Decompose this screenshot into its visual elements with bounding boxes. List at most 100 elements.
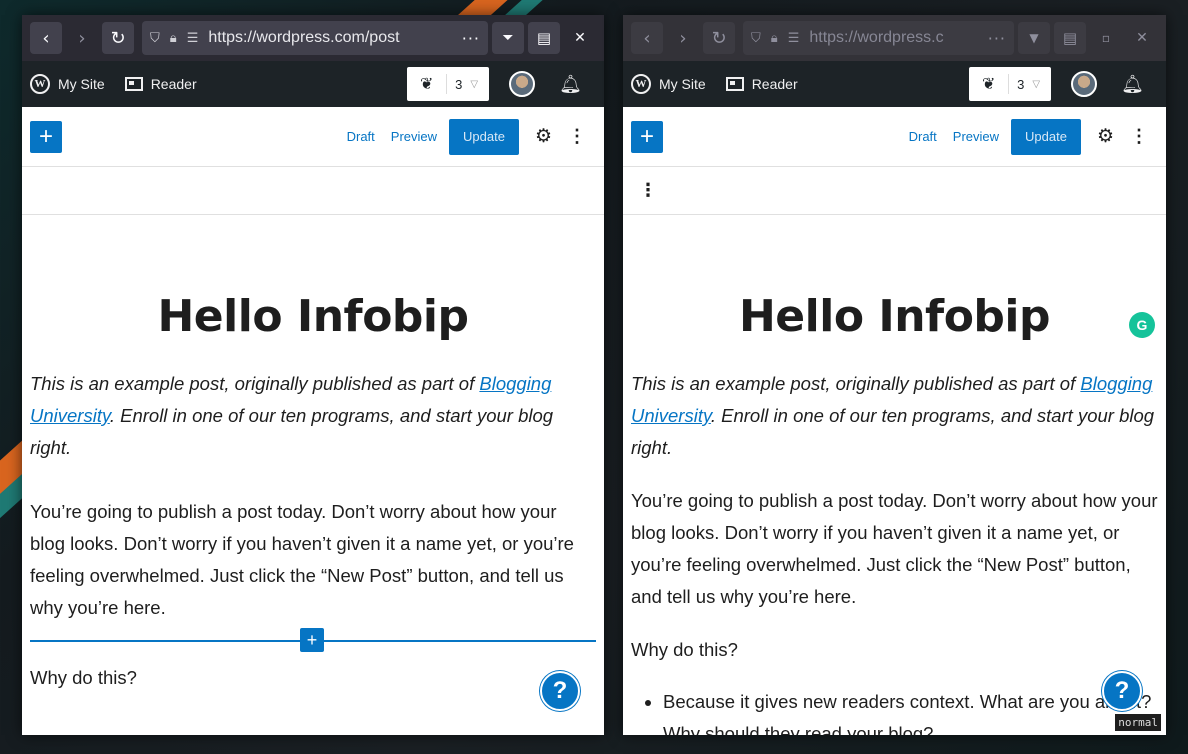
chevron-right-icon: › (679, 27, 687, 49)
block-toolbar: ⋮ (623, 167, 1166, 215)
avatar[interactable] (1071, 71, 1098, 97)
shield-icon: ⛉ (150, 30, 160, 46)
chevron-down-icon: ▽ (1032, 78, 1041, 90)
bullet-list: Because it gives new readers context. Wh… (631, 686, 1158, 735)
chevron-left-icon: ‹ (42, 27, 50, 49)
url-text: https://wordpress.com/post (208, 29, 400, 46)
help-button[interactable]: ? (540, 671, 580, 711)
shield-icon: ⛉ (751, 30, 761, 46)
bell-icon[interactable]: 🔔︎ (1121, 74, 1144, 95)
post-title[interactable]: Hello Infobip (631, 291, 1158, 342)
update-button[interactable]: Update (1011, 118, 1081, 155)
my-site-label: My Site (58, 76, 105, 92)
reader-view-button[interactable]: ▤ (1054, 22, 1086, 54)
close-window-button[interactable]: ✕ (1126, 22, 1158, 54)
grammarly-icon[interactable]: G (1129, 312, 1155, 338)
draft-button[interactable]: Draft (909, 129, 937, 144)
gear-icon[interactable]: ⚙ (535, 125, 552, 148)
permissions-icon: ☰ (787, 30, 800, 46)
url-bar[interactable]: ⛉ 🔒︎ ☰ https://wordpress.com/post ··· (142, 21, 488, 55)
post-content: Hello Infobip This is an example post, o… (22, 291, 604, 694)
draft-button[interactable]: Draft (347, 129, 375, 144)
chevron-down-icon: ▼ (1029, 31, 1039, 45)
downloads-button[interactable]: ▼ (1018, 22, 1050, 54)
permissions-icon: ☰ (186, 30, 199, 46)
downloads-button[interactable]: ⏷ (492, 22, 524, 54)
reader-link[interactable]: Reader (124, 76, 197, 92)
kebab-menu-icon[interactable]: ⋮ (568, 126, 586, 147)
chevron-down-icon: ▽ (470, 78, 479, 90)
post-content: Hello Infobip This is an example post, o… (623, 291, 1166, 735)
kebab-menu-icon[interactable]: ⋮ (639, 180, 657, 201)
back-button[interactable]: ‹ (30, 22, 62, 54)
add-block-button[interactable]: + (631, 120, 663, 153)
add-block-button[interactable]: + (30, 120, 62, 153)
avatar[interactable] (509, 71, 536, 97)
browser-window-right: ‹ › ↻ ⛉ 🔒︎ ☰ https://wordpress.c ··· ▼ ▤… (623, 15, 1166, 735)
downloads-icon: ⏷ (502, 30, 514, 46)
wordpress-logo-icon: W (631, 74, 651, 94)
insert-block-button[interactable]: + (300, 628, 324, 652)
site-count: 3 (455, 76, 463, 92)
reload-button[interactable]: ↻ (703, 22, 735, 54)
browser-toolbar: ‹ › ↻ ⛉ 🔒︎ ☰ https://wordpress.c ··· ▼ ▤… (623, 15, 1166, 61)
my-site-link[interactable]: W My Site (631, 74, 706, 94)
reload-icon: ↻ (110, 27, 126, 49)
wp-admin-bar: W My Site Reader ❦ 3 ▽ 🔔︎ (623, 61, 1166, 107)
reader-icon (725, 77, 744, 91)
intro-text: This is an example post, originally publ… (631, 373, 1081, 394)
body-paragraph[interactable]: You’re going to publish a post today. Do… (631, 485, 1158, 613)
forward-button[interactable]: › (667, 22, 699, 54)
site-switcher[interactable]: ❦ 3 ▽ (969, 67, 1052, 101)
forward-button[interactable]: › (66, 22, 98, 54)
section-heading[interactable]: Why do this? (30, 662, 596, 694)
mode-badge: normal (1115, 714, 1161, 731)
my-site-label: My Site (659, 76, 706, 92)
close-icon: ✕ (1136, 30, 1148, 46)
list-item[interactable]: Because it gives new readers context. Wh… (663, 686, 1158, 735)
ellipsis-icon[interactable]: ··· (988, 29, 1006, 48)
kebab-menu-icon[interactable]: ⋮ (1130, 126, 1148, 147)
block-toolbar (22, 167, 604, 215)
reader-icon (124, 77, 143, 91)
post-title[interactable]: Hello Infobip (30, 291, 596, 342)
site-switcher[interactable]: ❦ 3 ▽ (407, 67, 490, 101)
bell-icon[interactable]: 🔔︎ (559, 74, 582, 95)
editor-toolbar: + Draft Preview Update ⚙ ⋮ (22, 107, 604, 167)
back-button[interactable]: ‹ (631, 22, 663, 54)
leaf-icon: ❦ (407, 74, 448, 94)
close-icon: ✕ (574, 30, 586, 46)
wp-admin-bar: W My Site Reader ❦ 3 ▽ 🔔︎ (22, 61, 604, 107)
preview-button[interactable]: Preview (391, 129, 437, 144)
gear-icon[interactable]: ⚙ (1097, 125, 1114, 148)
wordpress-logo-icon: W (30, 74, 50, 94)
reader-label: Reader (150, 76, 197, 92)
reader-label: Reader (751, 76, 798, 92)
editor-toolbar: + Draft Preview Update ⚙ ⋮ (623, 107, 1166, 167)
preview-button[interactable]: Preview (953, 129, 999, 144)
lock-icon: 🔒︎ (770, 30, 778, 46)
site-count: 3 (1017, 76, 1025, 92)
block-inserter-line: + (30, 628, 596, 652)
leaf-icon: ❦ (969, 74, 1010, 94)
intro-paragraph[interactable]: This is an example post, originally publ… (631, 368, 1158, 464)
help-button[interactable]: ? (1102, 671, 1142, 711)
update-button[interactable]: Update (449, 118, 519, 155)
close-window-button[interactable]: ✕ (564, 22, 596, 54)
my-site-link[interactable]: W My Site (30, 74, 105, 94)
reader-view-icon: ▤ (536, 29, 552, 47)
url-bar[interactable]: ⛉ 🔒︎ ☰ https://wordpress.c ··· (743, 21, 1014, 55)
lock-icon: 🔒︎ (169, 30, 177, 46)
ellipsis-icon[interactable]: ··· (462, 29, 480, 48)
reader-view-button[interactable]: ▤ (528, 22, 560, 54)
chevron-right-icon: › (78, 27, 86, 49)
body-paragraph[interactable]: You’re going to publish a post today. Do… (30, 496, 596, 624)
maximize-window-button[interactable]: ▫ (1090, 22, 1122, 54)
section-heading[interactable]: Why do this? (631, 634, 1158, 666)
intro-paragraph[interactable]: This is an example post, originally publ… (30, 368, 596, 464)
maximize-icon: ▫ (1101, 31, 1111, 45)
url-text: https://wordpress.c (809, 29, 944, 46)
reader-link[interactable]: Reader (725, 76, 798, 92)
reload-button[interactable]: ↻ (102, 22, 134, 54)
reload-icon: ↻ (711, 27, 727, 49)
